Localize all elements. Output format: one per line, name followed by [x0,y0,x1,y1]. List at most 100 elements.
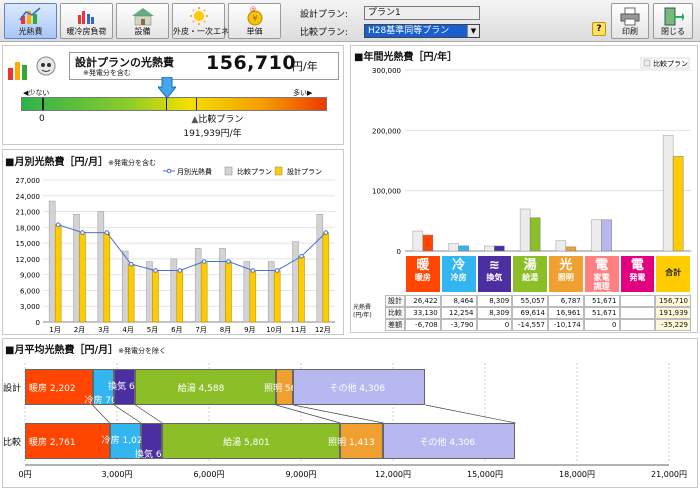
exit-door-icon [664,7,684,26]
table-cell [619,319,656,331]
bar-compare [591,219,602,252]
segment-label: その他 4,306 [419,438,476,448]
monthly-panel: ■月別光熱費［円/月］※発電分を含む 0 3,000 6,000 9,000 12,00… [2,149,344,335]
legend-label: 設計プラン [287,167,322,176]
line-point [226,259,231,264]
row-label: 設計 [3,384,22,394]
cost-scale-bar [21,97,327,111]
svg-text:¥: ¥ [252,14,257,23]
bar-compare [146,261,153,323]
compare-plan-select[interactable]: H28基準同等プラン ▼ [364,24,480,38]
coin-icon: ¥@ [247,6,262,26]
tab-danbou-label: 暖冷房負荷 [66,27,107,36]
printer-icon [620,7,640,26]
tab-kounetsu[interactable]: 光熱費 [4,3,57,39]
tab-tanka[interactable]: ¥ @ 単価 [228,3,281,39]
x-tick-label: 0円 [18,470,31,479]
table-cell: 69,614 [512,307,548,319]
segment-label: 給湯 4,588 [177,384,225,394]
y-tick-label: 6,000 [20,287,40,295]
x-tick-label: 8月 [220,326,231,334]
x-tick-label: 9,000円 [286,470,317,479]
design-tick [165,98,167,110]
table-cell: 6,787 [548,295,584,307]
bar-design [200,261,208,323]
design-marker-arrow-icon [157,77,176,99]
scale-zero-label: 0 [39,114,45,124]
column-label: 暖房 [414,273,431,282]
sun-icon [189,7,208,25]
bar-design [298,256,305,323]
x-tick-label: 12月 [315,326,331,334]
line-point [177,268,183,273]
column-tile-0: 暖暖房 [406,256,440,292]
summary-unit: 円/年 [292,60,318,73]
line-point [153,268,158,273]
avg-chart: 0円 3,000円 6,000円 9,000円 12,000円 15,000円 18,000… [3,339,697,487]
compare-marker: ▲比較プラン [191,112,243,125]
bar-design [273,270,281,323]
table-row-label: 差額 [385,319,405,331]
print-button[interactable]: 印刷 [611,3,649,39]
legend-label: 比較プラン [653,59,688,68]
help-button[interactable]: ? [592,22,606,36]
bar-design [152,270,159,323]
line-point [201,259,207,264]
legend-swatch [643,59,651,67]
bar-compare [448,243,459,252]
y-tick-label: 18,000 [16,224,41,232]
table-cell: 51,671 [583,307,620,319]
bar-compare [662,134,674,252]
bar-compare [555,240,567,252]
tab-gaihi-label: 外皮・一次エネ [173,27,229,36]
compare-plan-label: 比較プラン: [300,28,349,38]
bar-design [672,156,684,252]
table-cell: 33,130 [405,307,441,319]
bar-compare [484,245,495,252]
column-label: 換気 [486,273,503,282]
x-tick-label: 15,000円 [467,470,503,479]
y-tick-label: 9,000 [20,272,40,280]
segment-label: 暖房 2,202 [29,384,76,394]
bar-design [529,217,541,252]
chevron-down-icon[interactable]: ▼ [467,25,479,37]
print-label: 印刷 [622,27,638,36]
tab-danbou[interactable]: 暖冷房負荷 [60,3,113,39]
line-point [323,230,329,235]
load-chart-icon [77,11,94,24]
tab-gaihi[interactable]: 外皮・一次エネ [172,3,229,39]
table-cell: 55,057 [512,295,548,307]
bar-compare [48,200,56,323]
y-tick-label: 0 [397,248,401,256]
tab-setsubi[interactable]: 設備 [116,3,169,39]
compare-tick [196,98,198,110]
bar-design [565,246,577,252]
y-tick-label: 24,000 [16,193,41,201]
tab-kounetsu-label: 光熱費 [18,27,43,36]
bar-design [54,224,62,323]
table-cell [619,307,656,319]
summary-value: 156,710 [206,52,297,74]
close-button[interactable]: 閉じる [653,3,693,39]
summary-panel: 設計プランの光熱費 ※発電分を含む 156,710 円/年 ◀少ない 多い▶ 0… [2,45,344,145]
x-tick-label: 9月 [244,326,255,334]
x-axis: 0円 3,000円 6,000円 9,000円 12,000円 15,000円 18,000… [18,363,687,479]
mascot-icon [8,56,56,80]
bar-compare [412,230,424,252]
category-icon: 光 [559,258,573,273]
design-plan-field: プラン1 [364,6,480,20]
bar-design [249,270,257,323]
segment-label: 照明 1,413 [328,438,375,448]
annual-chart: 0 100,000 200,000 300,000 比較プラン [372,57,691,256]
bar-compare [243,261,251,323]
table-cell: 0 [476,319,513,331]
table-cell: -6,708 [405,319,441,331]
tab-tanka-label: 単価 [246,27,263,36]
x-tick-label: 11月 [291,326,307,334]
bar-design [494,245,505,252]
category-icon: 電 [595,258,609,273]
column-tile-4: 光照明 [549,256,583,292]
x-tick-label: 10月 [266,326,282,334]
x-tick-label: 2月 [74,326,85,334]
line-point [104,230,110,235]
